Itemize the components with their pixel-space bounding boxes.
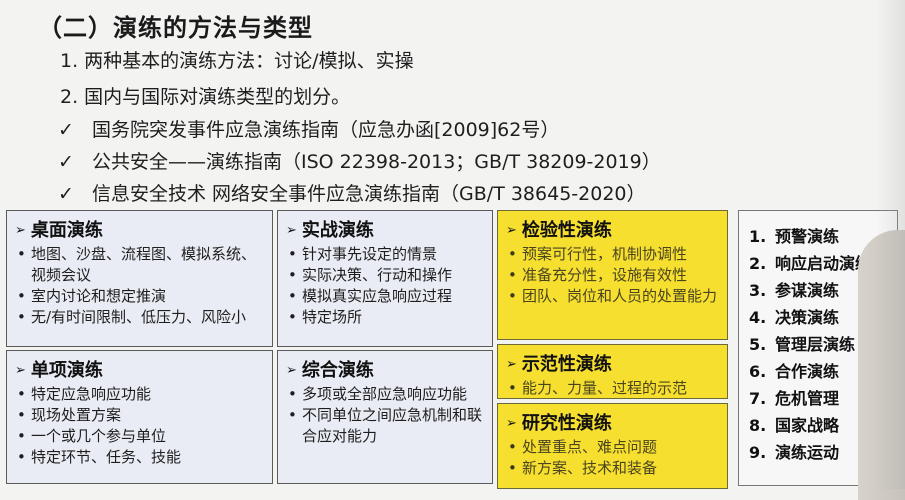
check-item: ✓ 公共安全——演练指南（ISO 22398-2013；GB/T 38209-20… — [58, 147, 661, 174]
arrow-icon: ➢ — [286, 363, 297, 378]
box-title: ➢ 研究性演练 — [506, 413, 612, 434]
list-item: 无/有时间限制、低压力、风险小 — [17, 307, 268, 328]
type-division-line: 2. 国内与国际对演练类型的划分。 — [60, 86, 351, 108]
list-item: 准备充分性，设施有效性 — [508, 265, 723, 286]
list-item: 预案可行性，机制协调性 — [508, 244, 723, 265]
list-item: 室内讨论和想定推演 — [17, 286, 268, 307]
arrow-icon: ➢ — [15, 223, 26, 238]
list-item: 特定环节、任务、技能 — [17, 447, 268, 468]
edge-shadow — [875, 0, 905, 489]
list-item: 现场处置方案 — [17, 405, 268, 426]
check-icon: ✓ — [58, 119, 74, 141]
box-title: ➢ 实战演练 — [286, 220, 374, 241]
box-research-exercise: ➢研究性演练 处置重点、难点问题 新方案、技术和装备 — [497, 403, 728, 489]
list-item: 实际决策、行动和操作 — [288, 265, 488, 286]
arrow-icon: ➢ — [506, 357, 517, 372]
box-single-exercise: ➢单项演练 特定应急响应功能 现场处置方案 一个或几个参与单位 特定环节、任务、… — [6, 350, 273, 484]
list-item: 针对事先设定的情景 — [288, 244, 488, 265]
list-item: 特定场所 — [288, 307, 488, 328]
list-item: 多项或全部应急响应功能 — [288, 384, 488, 405]
check-item: ✓ 信息安全技术 网络安全事件应急演练指南（GB/T 38645-2020） — [58, 179, 646, 206]
check-item-text: 公共安全——演练指南（ISO 22398-2013；GB/T 38209-201… — [92, 151, 661, 173]
check-item: ✓ 国务院突发事件应急演练指南（应急办函[2009]62号） — [58, 115, 559, 142]
box-title: ➢ 单项演练 — [15, 360, 103, 381]
box-combined-exercise: ➢综合演练 多项或全部应急响应功能 不同单位之间应急机制和联合应对能力 — [277, 350, 493, 484]
list-item: 地图、沙盘、流程图、模拟系统、视频会议 — [17, 244, 268, 286]
list-item: 特定应急响应功能 — [17, 384, 268, 405]
arrow-icon: ➢ — [286, 223, 297, 238]
box-title: ➢ 综合演练 — [286, 360, 374, 381]
box-title: ➢ 桌面演练 — [15, 220, 103, 241]
box-desktop-exercise: ➢桌面演练 地图、沙盘、流程图、模拟系统、视频会议 室内讨论和想定推演 无/有时… — [6, 210, 273, 347]
list-item: 处置重点、难点问题 — [508, 437, 723, 458]
list-item: 一个或几个参与单位 — [17, 426, 268, 447]
arrow-icon: ➢ — [506, 223, 517, 238]
box-actual-exercise: ➢实战演练 针对事先设定的情景 实际决策、行动和操作 模拟真实应急响应过程 特定… — [277, 210, 493, 347]
arrow-icon: ➢ — [506, 416, 517, 431]
box-verification-exercise: ➢检验性演练 预案可行性，机制协调性 准备充分性，设施有效性 团队、岗位和人员的… — [497, 210, 728, 340]
list-item: 新方案、技术和装备 — [508, 458, 723, 479]
slide: （二）演练的方法与类型 1. 两种基本的演练方法：讨论/模拟、实操 2. 国内与… — [0, 0, 905, 500]
check-item-text: 信息安全技术 网络安全事件应急演练指南（GB/T 38645-2020） — [92, 183, 646, 205]
check-item-text: 国务院突发事件应急演练指南（应急办函[2009]62号） — [92, 119, 560, 141]
slide-title: （二）演练的方法与类型 — [38, 14, 313, 42]
list-item: 能力、力量、过程的示范 — [508, 378, 723, 398]
arrow-icon: ➢ — [15, 363, 26, 378]
box-title: ➢ 示范性演练 — [506, 354, 612, 375]
check-icon: ✓ — [58, 151, 74, 173]
list-item: 不同单位之间应急机制和联合应对能力 — [288, 405, 488, 447]
check-icon: ✓ — [58, 183, 74, 205]
box-demonstration-exercise: ➢示范性演练 能力、力量、过程的示范 — [497, 344, 728, 399]
list-item: 团队、岗位和人员的处置能力 — [508, 286, 723, 307]
list-item: 模拟真实应急响应过程 — [288, 286, 488, 307]
method-line: 1. 两种基本的演练方法：讨论/模拟、实操 — [60, 50, 414, 72]
box-title: ➢ 检验性演练 — [506, 220, 612, 241]
